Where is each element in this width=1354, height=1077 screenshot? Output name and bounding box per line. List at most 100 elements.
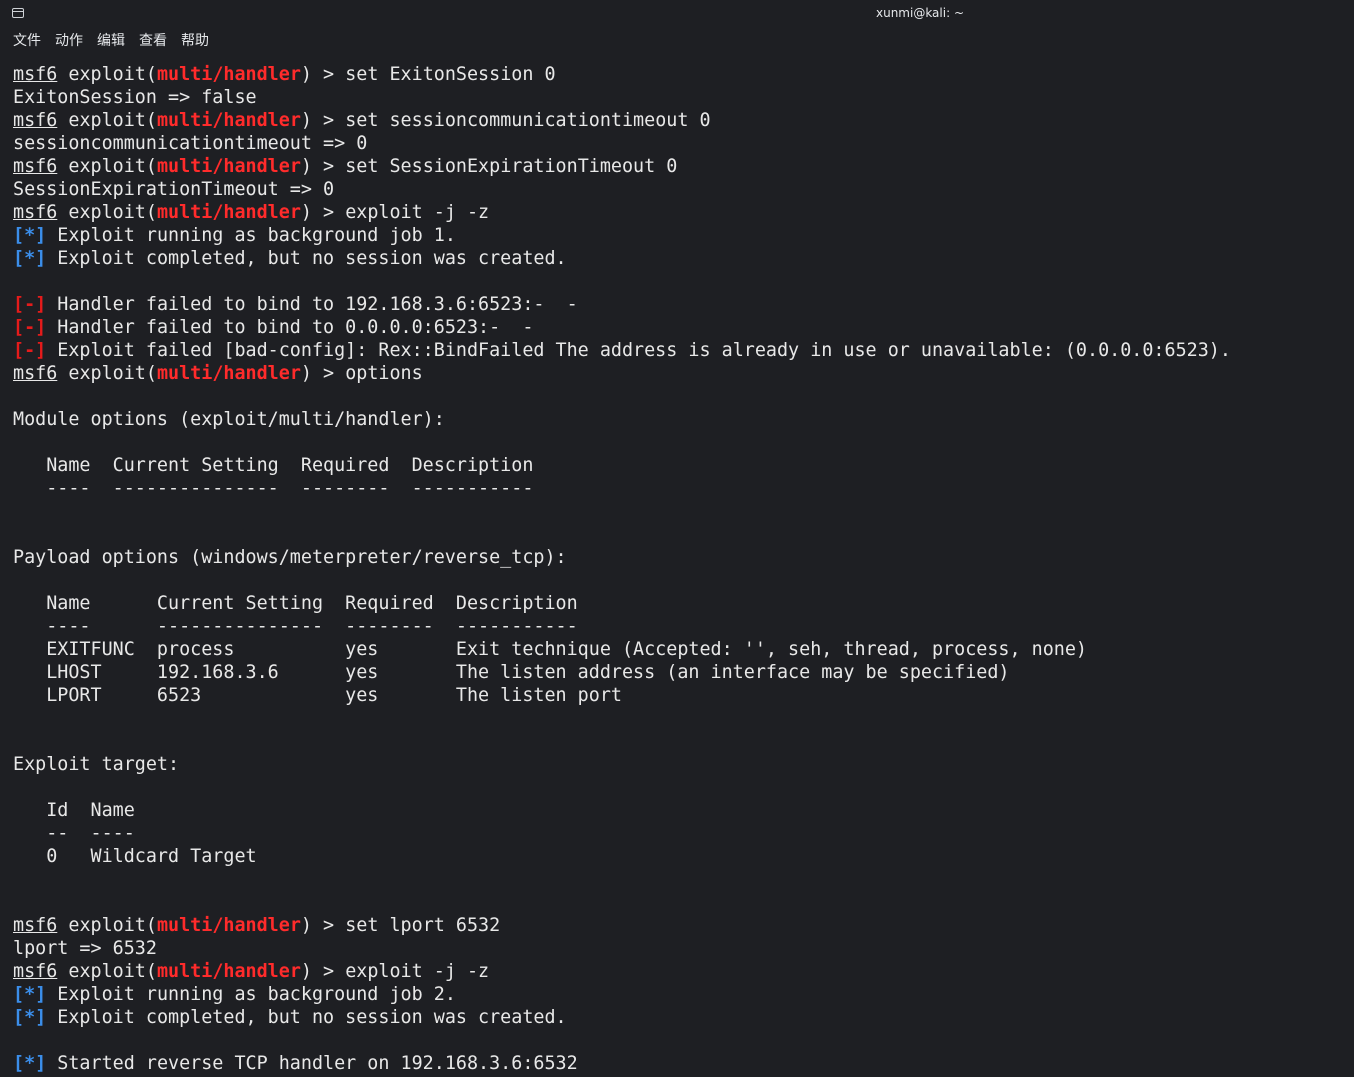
output-text: lport => 6532 xyxy=(13,938,157,959)
prompt-end: ) > xyxy=(300,156,346,177)
prompt-end: ) > xyxy=(300,363,346,384)
prompt-exploit: exploit( xyxy=(57,202,157,223)
output-text: 0 Wildcard Target xyxy=(13,846,257,867)
output-line: Id Name xyxy=(13,799,1343,822)
prompt-app: msf6 xyxy=(13,961,58,982)
status-line: [*] Exploit completed, but no session wa… xyxy=(13,247,1343,270)
output-text: Name Current Setting Required Descriptio… xyxy=(13,455,534,476)
status-text: Handler failed to bind to 0.0.0.0:6523:-… xyxy=(46,317,534,338)
prompt-end: ) > xyxy=(300,110,346,131)
info-tag: [*] xyxy=(13,1007,47,1028)
menu-help[interactable]: 帮助 xyxy=(181,30,209,52)
info-tag: [*] xyxy=(13,225,47,246)
prompt-line: msf6 exploit(multi/handler) > exploit -j… xyxy=(13,960,1343,983)
status-text: Exploit completed, but no session was cr… xyxy=(46,1007,567,1028)
info-tag: [*] xyxy=(13,984,47,1005)
title-bar: xunmi@kali: ~ xyxy=(0,0,1354,28)
command-text: set sessioncommunicationtimeout 0 xyxy=(345,110,711,131)
output-text: -- ---- xyxy=(13,823,135,844)
prompt-line: msf6 exploit(multi/handler) > set Exiton… xyxy=(13,63,1343,86)
prompt-exploit: exploit( xyxy=(57,64,157,85)
menu-edit[interactable]: 编辑 xyxy=(97,30,125,52)
prompt-app: msf6 xyxy=(13,363,58,384)
prompt-end: ) > xyxy=(300,961,346,982)
prompt-module: multi/handler xyxy=(156,363,301,384)
output-line: EXITFUNC process yes Exit technique (Acc… xyxy=(13,638,1343,661)
output-line: 0 Wildcard Target xyxy=(13,845,1343,868)
prompt-exploit: exploit( xyxy=(57,110,157,131)
menu-file[interactable]: 文件 xyxy=(13,30,41,52)
prompt-module: multi/handler xyxy=(156,202,301,223)
prompt-app: msf6 xyxy=(13,156,58,177)
output-text: ---- --------------- -------- ----------… xyxy=(13,478,534,499)
prompt-module: multi/handler xyxy=(156,110,301,131)
prompt-module: multi/handler xyxy=(156,961,301,982)
prompt-end: ) > xyxy=(300,915,346,936)
output-text: sessioncommunicationtimeout => 0 xyxy=(13,133,368,154)
status-text: Started reverse TCP handler on 192.168.3… xyxy=(46,1053,578,1073)
status-line: [*] Exploit running as background job 1. xyxy=(13,224,1343,247)
terminal-output[interactable]: msf6 exploit(multi/handler) > set Exiton… xyxy=(13,63,1343,1073)
output-text: Id Name xyxy=(13,800,135,821)
output-text: LPORT 6523 yes The listen port xyxy=(13,685,622,706)
command-text: set lport 6532 xyxy=(345,915,501,936)
status-line: [*] Exploit completed, but no session wa… xyxy=(13,1006,1343,1029)
status-line: [*] Exploit running as background job 2. xyxy=(13,983,1343,1006)
output-line: Exploit target: xyxy=(13,753,1343,776)
error-tag: [-] xyxy=(13,317,47,338)
command-text: set SessionExpirationTimeout 0 xyxy=(345,156,678,177)
output-line: Name Current Setting Required Descriptio… xyxy=(13,592,1343,615)
output-line: Payload options (windows/meterpreter/rev… xyxy=(13,546,1343,569)
prompt-line: msf6 exploit(multi/handler) > set sessio… xyxy=(13,109,1343,132)
prompt-exploit: exploit( xyxy=(57,156,157,177)
output-line: Name Current Setting Required Descriptio… xyxy=(13,454,1343,477)
output-text: Module options (exploit/multi/handler): xyxy=(13,409,445,430)
prompt-end: ) > xyxy=(300,202,346,223)
menu-bar: 文件 动作 编辑 查看 帮助 xyxy=(0,30,209,52)
status-line: [-] Exploit failed [bad-config]: Rex::Bi… xyxy=(13,339,1343,362)
menu-view[interactable]: 查看 xyxy=(139,30,167,52)
prompt-line: msf6 exploit(multi/handler) > set lport … xyxy=(13,914,1343,937)
prompt-app: msf6 xyxy=(13,64,58,85)
status-line: [-] Handler failed to bind to 0.0.0.0:65… xyxy=(13,316,1343,339)
prompt-app: msf6 xyxy=(13,110,58,131)
error-tag: [-] xyxy=(13,294,47,315)
menu-action[interactable]: 动作 xyxy=(55,30,83,52)
info-tag: [*] xyxy=(13,248,47,269)
output-text: SessionExpirationTimeout => 0 xyxy=(13,179,335,200)
output-line: Module options (exploit/multi/handler): xyxy=(13,408,1343,431)
output-text: EXITFUNC process yes Exit technique (Acc… xyxy=(13,639,1087,660)
error-tag: [-] xyxy=(13,340,47,361)
output-line: sessioncommunicationtimeout => 0 xyxy=(13,132,1343,155)
output-line: ---- --------------- -------- ----------… xyxy=(13,615,1343,638)
prompt-app: msf6 xyxy=(13,202,58,223)
command-text: set ExitonSession 0 xyxy=(345,64,556,85)
output-line: -- ---- xyxy=(13,822,1343,845)
status-text: Exploit running as background job 2. xyxy=(46,984,456,1005)
prompt-module: multi/handler xyxy=(156,915,301,936)
prompt-module: multi/handler xyxy=(156,64,301,85)
prompt-line: msf6 exploit(multi/handler) > options xyxy=(13,362,1343,385)
prompt-exploit: exploit( xyxy=(57,915,157,936)
prompt-end: ) > xyxy=(300,64,346,85)
status-text: Exploit running as background job 1. xyxy=(46,225,456,246)
output-line: lport => 6532 xyxy=(13,937,1343,960)
status-text: Exploit failed [bad-config]: Rex::BindFa… xyxy=(46,340,1231,361)
output-text: ---- --------------- -------- ----------… xyxy=(13,616,578,637)
command-text: options xyxy=(345,363,423,384)
prompt-line: msf6 exploit(multi/handler) > exploit -j… xyxy=(13,201,1343,224)
output-text: LHOST 192.168.3.6 yes The listen address… xyxy=(13,662,1010,683)
output-text: Name Current Setting Required Descriptio… xyxy=(13,593,578,614)
status-line: [-] Handler failed to bind to 192.168.3.… xyxy=(13,293,1343,316)
prompt-app: msf6 xyxy=(13,915,58,936)
output-line: SessionExpirationTimeout => 0 xyxy=(13,178,1343,201)
